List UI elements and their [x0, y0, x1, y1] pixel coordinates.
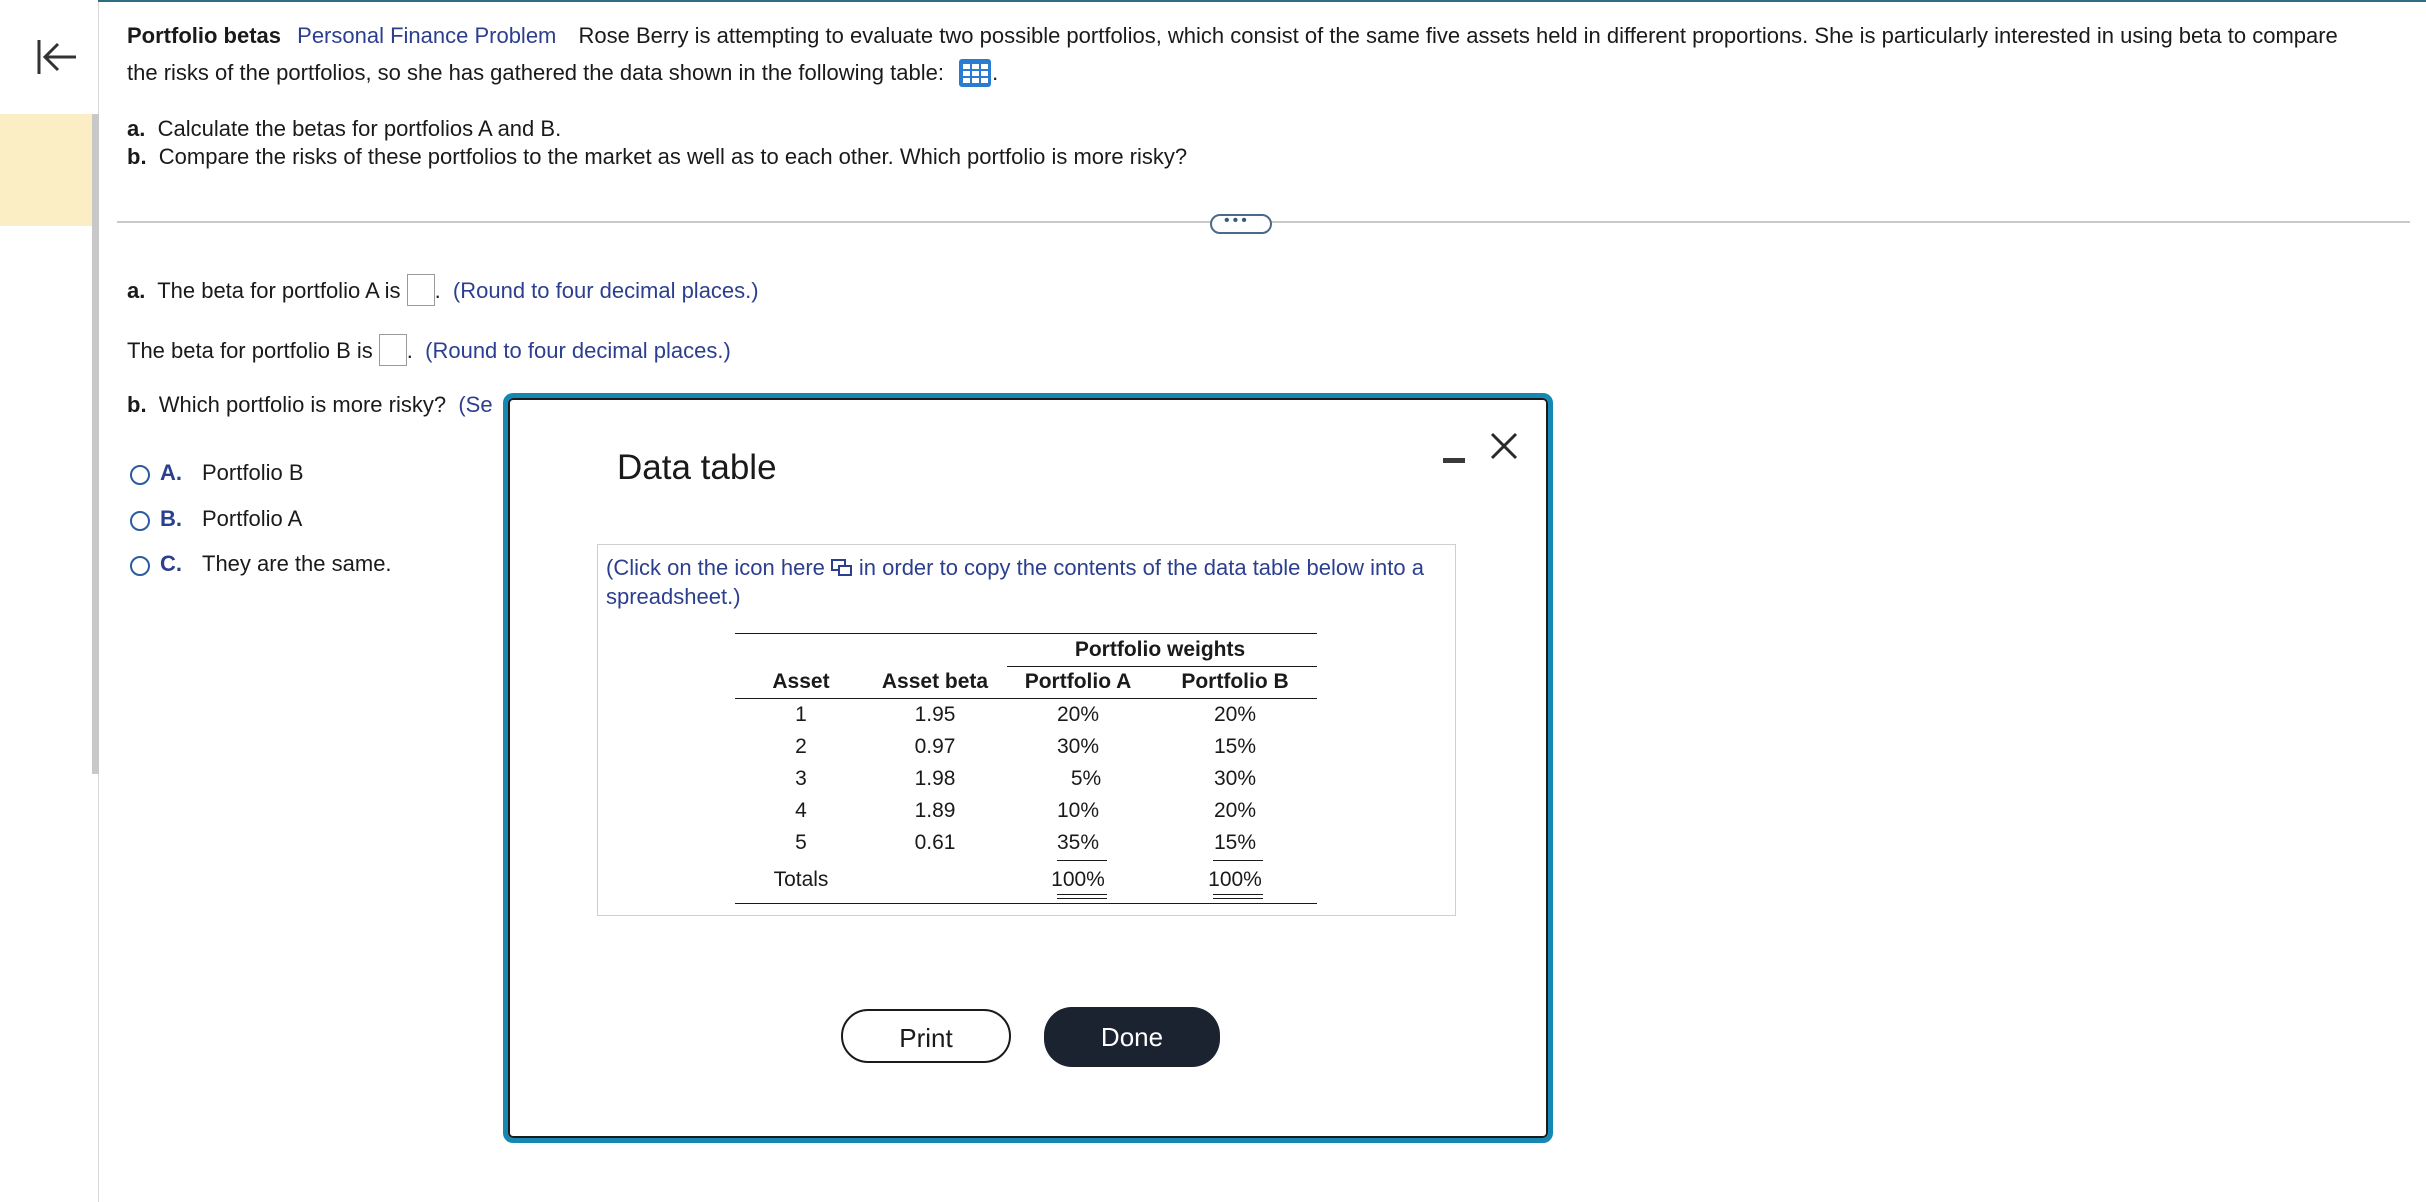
subtotal-rule-b: [1213, 860, 1263, 861]
totals-row: Totals 100% 100%: [773, 868, 1262, 891]
close-icon: [1490, 432, 1518, 460]
problem-title: Portfolio betas: [127, 23, 282, 48]
double-rule-b-2: [1213, 898, 1263, 899]
part-a: a. Calculate the betas for portfolios A …: [127, 116, 562, 141]
table-row: 2 0.97 30% 15%: [795, 735, 1257, 758]
top-border: [98, 0, 2426, 2]
beta-b-input[interactable]: [378, 334, 407, 366]
beta-a-input[interactable]: [406, 274, 435, 306]
portfolio-weights-header: Portfolio weights: [1074, 638, 1246, 661]
part-b: b. Compare the risks of these portfolios…: [127, 144, 1188, 169]
problem-statement: Portfolio betas Personal Finance Problem…: [127, 17, 2357, 91]
table-group-header-row: Portfolio weights: [735, 635, 1317, 665]
option-a[interactable]: A. Portfolio B: [130, 458, 304, 488]
header-rule: [735, 698, 1317, 699]
radio-button[interactable]: [130, 511, 150, 531]
copy-icon[interactable]: [830, 558, 853, 578]
subtotal-rule-a: [1057, 860, 1107, 861]
table-grid-icon[interactable]: [958, 58, 992, 88]
answer-b: The beta for portfolio B is. (Round to f…: [127, 334, 731, 366]
done-button[interactable]: Done: [1044, 1007, 1220, 1067]
left-rail: [0, 0, 99, 1202]
table-header-row: Asset Asset beta Portfolio A Portfolio B: [772, 670, 1289, 693]
table-top-rule: [735, 633, 1317, 634]
option-b[interactable]: B. Portfolio A: [130, 504, 302, 534]
table-row: 3 1.98 5% 30%: [795, 767, 1257, 790]
minimize-button[interactable]: [1434, 441, 1474, 471]
radio-button[interactable]: [130, 465, 150, 485]
current-question-highlight: [0, 114, 94, 226]
expand-button[interactable]: •••: [1210, 212, 1272, 234]
problem-subject: Personal Finance Problem: [297, 23, 557, 48]
data-table-panel: (Click on the icon here in order to copy…: [597, 544, 1456, 916]
question-b: b. Which portfolio is more risky? (Se: [127, 392, 493, 417]
answer-a: a. The beta for portfolio A is. (Round t…: [127, 274, 759, 306]
print-button[interactable]: Print: [841, 1009, 1011, 1063]
table-row: 1 1.95 20% 20%: [795, 703, 1257, 726]
minimize-icon: [1443, 458, 1465, 463]
ellipsis-icon: •••: [1224, 212, 1250, 229]
problem-parts: a. Calculate the betas for portfolios A …: [127, 115, 1187, 171]
double-rule-b-1: [1213, 894, 1263, 895]
table-bottom-rule: [735, 903, 1317, 904]
close-button[interactable]: [1482, 424, 1526, 468]
radio-button[interactable]: [130, 556, 150, 576]
table-row: 5 0.61 35% 15%: [795, 831, 1257, 854]
rail-scrollbar[interactable]: [92, 114, 99, 774]
option-c[interactable]: C. They are the same.: [130, 549, 392, 579]
data-table-dialog: Data table (Click on the icon here in or…: [503, 393, 1553, 1143]
arrow-to-left-icon: [37, 40, 76, 74]
copy-instructions: (Click on the icon here in order to copy…: [606, 555, 1424, 609]
table-row: 4 1.89 10% 20%: [795, 799, 1257, 822]
double-rule-a-2: [1057, 898, 1107, 899]
double-rule-a-1: [1057, 894, 1107, 895]
dialog-title: Data table: [617, 448, 777, 487]
collapse-sidebar-button[interactable]: [34, 34, 80, 80]
